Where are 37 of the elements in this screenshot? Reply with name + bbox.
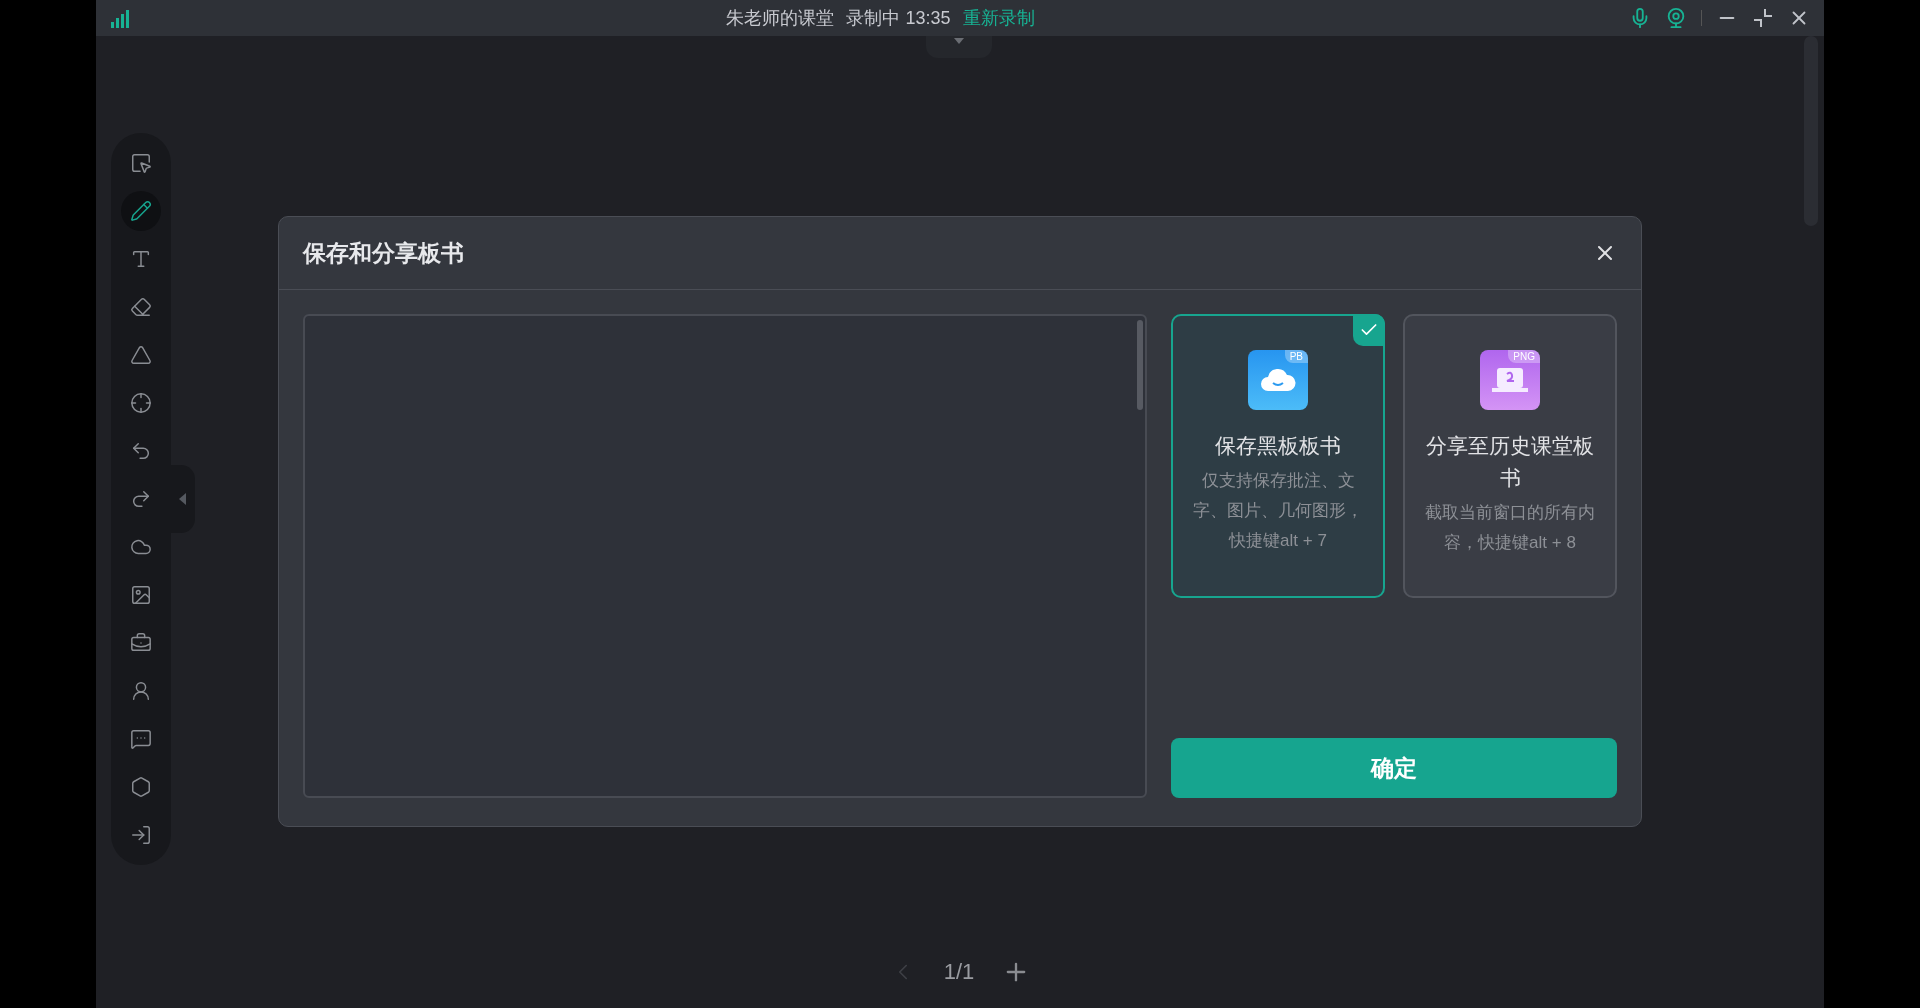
image-icon [130,584,152,606]
signal-icon [110,8,132,28]
crosshair-icon [130,392,152,414]
redo-icon [130,488,152,510]
check-icon [1353,314,1385,346]
undo-icon [130,440,152,462]
cloud-icon [1260,367,1296,393]
option-card[interactable]: PNG 分享至历史课堂板书 截取当前窗口的所有内容，快捷键alt + 8 [1403,314,1617,598]
pen-icon [130,200,152,222]
card-title: 保存黑板板书 [1215,433,1341,459]
shrink-icon[interactable] [1752,7,1774,29]
dialog-title: 保存和分享板书 [303,238,464,268]
briefcase-icon [130,632,152,654]
class-name: 朱老师的课堂 [726,7,835,30]
recording-status: 录制中 13:35 [846,7,951,30]
pen-tool[interactable] [121,191,161,231]
laptop-icon [1490,366,1530,394]
webcam-icon[interactable] [1665,7,1687,29]
file-badge: PB [1284,350,1308,363]
hexagon-icon [130,776,152,798]
person-icon [130,680,152,702]
eraser-icon [130,296,152,318]
triangle-icon [130,344,152,366]
file-badge: PNG [1508,350,1540,363]
card-title: 分享至历史课堂板书 [1425,433,1595,491]
page-number: 1/1 [943,959,975,985]
rerecord-link[interactable]: 重新录制 [962,6,1035,30]
text-icon [130,248,152,270]
select-icon [130,152,152,174]
chat-icon [130,728,152,750]
scrollbar[interactable] [1137,320,1143,410]
option-card[interactable]: PB 保存黑板板书 仅支持保存批注、文字、图片、几何图形，快捷键alt + 7 [1171,314,1385,598]
exit-icon [130,824,152,846]
card-description: 截取当前窗口的所有内容，快捷键alt + 8 [1424,502,1596,554]
caret-icon [178,492,188,506]
card-description: 仅支持保存批注、文字、图片、几何图形，快捷键alt + 7 [1192,470,1364,552]
collapse-tab[interactable] [171,465,195,533]
